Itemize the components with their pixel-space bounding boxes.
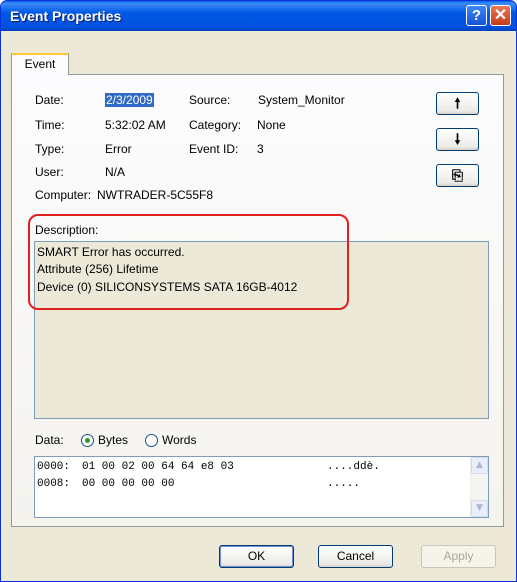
data-label: Data:	[35, 433, 64, 447]
radio-selected-dot	[85, 438, 90, 443]
scroll-down-icon[interactable]: ▼	[471, 500, 488, 517]
ok-button[interactable]: OK	[219, 545, 294, 568]
cancel-button[interactable]: Cancel	[318, 545, 393, 568]
data-box[interactable]: 0000: 01 00 02 00 64 64 e8 03 ....ddè. 0…	[34, 456, 489, 518]
category-label: Category:	[189, 118, 242, 132]
data-hex: 01 00 02 00 64 64 e8 03	[82, 461, 234, 473]
bytes-radio[interactable]	[81, 434, 94, 447]
copy-button[interactable]: ⎘	[436, 164, 479, 187]
date-label: Date:	[35, 93, 64, 107]
close-button[interactable]: ✕	[490, 5, 511, 26]
computer-value: NWTRADER-5C55F8	[97, 188, 214, 202]
time-label: Time:	[35, 118, 65, 132]
type-value: Error	[105, 142, 132, 156]
time-value: 5:32:02 AM	[105, 118, 166, 132]
category-value: None	[257, 118, 286, 132]
tab-event[interactable]: Event	[11, 53, 69, 75]
date-value-text[interactable]: 2/3/2009	[105, 93, 154, 107]
data-ascii: .....	[327, 478, 361, 490]
next-event-button[interactable]: 🠗	[436, 128, 479, 151]
help-button[interactable]: ?	[466, 5, 487, 26]
date-value[interactable]: 2/3/2009	[105, 93, 154, 107]
copy-icon: ⎘	[451, 167, 464, 183]
title-bar[interactable]: Event Properties ? ✕	[1, 1, 516, 31]
computer-label: Computer:	[35, 188, 92, 202]
data-scrollbar[interactable]: ▲ ▼	[470, 457, 488, 517]
window-title: Event Properties	[10, 8, 122, 24]
bytes-radio-label[interactable]: Bytes	[98, 433, 128, 447]
words-radio-label[interactable]: Words	[162, 433, 196, 447]
event-id-label: Event ID:	[189, 142, 239, 156]
data-ascii: ....ddè.	[327, 461, 380, 473]
type-label: Type:	[35, 142, 65, 156]
data-offset: 0008:	[37, 478, 71, 490]
user-value: N/A	[105, 165, 126, 179]
arrow-down-icon: 🠗	[454, 131, 461, 147]
event-properties-window: Event Properties ? ✕ Event Date: Time: T…	[0, 0, 517, 582]
words-radio[interactable]	[145, 434, 158, 447]
user-label: User:	[35, 165, 64, 179]
previous-event-button[interactable]: 🠕	[436, 92, 479, 115]
data-hex: 00 00 00 00 00	[82, 478, 175, 490]
source-value: System_Monitor	[258, 93, 345, 107]
event-id-value: 3	[257, 142, 264, 156]
scroll-up-icon[interactable]: ▲	[471, 457, 488, 474]
highlight-annotation	[28, 214, 349, 310]
source-label: Source:	[189, 93, 231, 107]
data-offset: 0000:	[37, 461, 71, 473]
arrow-up-icon: 🠕	[454, 95, 461, 111]
apply-button[interactable]: Apply	[421, 545, 496, 568]
